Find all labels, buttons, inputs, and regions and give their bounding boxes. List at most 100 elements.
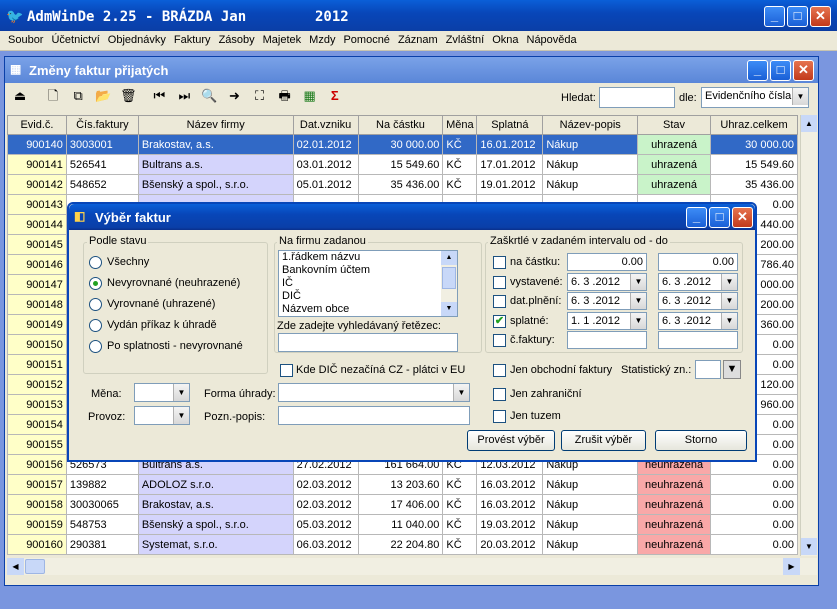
menu-3[interactable]: Faktury (170, 31, 215, 50)
scroll-right-icon[interactable]: ▶ (783, 558, 800, 575)
interval-checkbox-2[interactable] (493, 295, 506, 308)
chevron-down-icon[interactable]: ▼ (173, 384, 189, 401)
chevron-down-icon[interactable]: ▼ (453, 384, 469, 401)
status-radio-3[interactable] (89, 319, 102, 332)
column-header-4[interactable]: Na částku (357, 115, 444, 135)
search-by-select[interactable]: Evidenčního čísla ▼ (701, 87, 809, 108)
table-row[interactable]: 900159 548753 Bšenský a spol., s.r.o. 05.03… (7, 514, 798, 535)
interval-from-2[interactable]: 6. 3 .2012 ▼ (567, 292, 647, 310)
scroll-thumb[interactable] (442, 267, 456, 289)
select-area-icon[interactable]: ⛶ (249, 85, 271, 107)
menu-6[interactable]: Mzdy (305, 31, 339, 50)
search-icon[interactable]: 🔍 (198, 85, 220, 107)
status-radio-4[interactable] (89, 340, 102, 353)
table-row[interactable]: 900141 526541 Bultrans a.s. 03.01.2012 15 54… (7, 154, 798, 175)
company-option-3[interactable]: DIČ (279, 290, 457, 303)
scroll-thumb[interactable] (25, 559, 45, 574)
column-header-8[interactable]: Stav (637, 115, 711, 135)
scroll-up-icon[interactable]: ▲ (441, 251, 457, 265)
triangle-down-icon[interactable]: ▼ (723, 360, 741, 379)
dialog-minimize-button[interactable]: _ (686, 207, 707, 228)
child-maximize-button[interactable]: □ (770, 60, 791, 81)
chevron-down-icon[interactable]: ▼ (792, 88, 808, 105)
last-record-icon[interactable]: ⏭ (173, 85, 195, 107)
chevron-down-icon[interactable]: ▼ (721, 312, 737, 329)
column-header-6[interactable]: Splatná (476, 115, 544, 135)
interval-from-0[interactable]: 0.00 (567, 253, 647, 271)
menu-2[interactable]: Objednávky (104, 31, 170, 50)
sum-icon[interactable]: Σ (324, 85, 346, 107)
domestic-only-checkbox[interactable] (493, 410, 506, 423)
first-record-icon[interactable]: ⏮ (148, 85, 170, 107)
dialog-maximize-button[interactable]: □ (709, 207, 730, 228)
dic-checkbox[interactable] (280, 364, 293, 377)
statistical-input[interactable] (695, 360, 721, 379)
search-input[interactable] (599, 87, 675, 108)
company-search-input[interactable] (278, 333, 458, 352)
company-option-1[interactable]: Bankovním účtem (279, 264, 457, 277)
menu-1[interactable]: Účetnictví (47, 31, 103, 50)
menu-4[interactable]: Zásoby (215, 31, 259, 50)
interval-from-1[interactable]: 6. 3 .2012 ▼ (567, 272, 647, 291)
chevron-down-icon[interactable]: ▼ (630, 293, 646, 309)
table-row[interactable]: 900142 548652 Bšenský a spol., s.r.o. 05.01… (7, 174, 798, 195)
company-option-0[interactable]: 1.řádkem názvu (279, 251, 457, 264)
company-option-2[interactable]: IČ (279, 277, 457, 290)
payment-form-select[interactable]: ▼ (278, 383, 470, 402)
table-row[interactable]: 900157 139882 ADOLOZ s.r.o. 02.03.2012 13 20… (7, 474, 798, 495)
interval-from-4[interactable] (567, 331, 647, 349)
minimize-button[interactable]: _ (764, 6, 785, 27)
column-header-1[interactable]: Čís.faktury (65, 115, 139, 135)
interval-checkbox-0[interactable] (493, 256, 506, 269)
column-header-5[interactable]: Měna (442, 115, 478, 135)
table-row[interactable]: 900158 30030065 Brakostav, a.s. 02.03.2012 1… (7, 494, 798, 515)
interval-to-0[interactable]: 0.00 (658, 253, 738, 271)
status-radio-0[interactable] (89, 256, 102, 269)
column-header-0[interactable]: Evid.č. (7, 115, 67, 135)
arrow-right-icon[interactable]: ➜ (224, 85, 246, 107)
chevron-down-icon[interactable]: ▼ (630, 273, 646, 290)
column-header-2[interactable]: Název firmy (137, 115, 294, 135)
menu-5[interactable]: Majetek (259, 31, 306, 50)
vertical-scrollbar[interactable]: ▲ ▼ (800, 115, 817, 556)
maximize-button[interactable]: □ (787, 6, 808, 27)
exit-icon[interactable]: ⏏ (9, 85, 31, 107)
currency-select[interactable]: ▼ (134, 383, 190, 402)
commercial-only-checkbox[interactable] (493, 364, 506, 377)
interval-to-4[interactable] (658, 331, 738, 349)
interval-to-3[interactable]: 6. 3 .2012 ▼ (658, 311, 738, 330)
copy-icon[interactable]: ⧉ (67, 85, 89, 107)
menu-7[interactable]: Pomocné (339, 31, 393, 50)
print-icon[interactable]: 🖶 (274, 85, 296, 107)
chevron-down-icon[interactable]: ▼ (721, 293, 737, 309)
scroll-down-icon[interactable]: ▼ (801, 538, 817, 555)
child-close-button[interactable]: ✕ (793, 60, 814, 81)
company-option-4[interactable]: Názvem obce (279, 303, 457, 316)
scroll-down-icon[interactable]: ▼ (441, 302, 457, 316)
interval-to-2[interactable]: 6. 3 .2012 ▼ (658, 292, 738, 310)
menu-11[interactable]: Nápověda (523, 31, 581, 50)
column-header-9[interactable]: Uhraz.celkem (710, 115, 798, 135)
open-folder-icon[interactable]: 📂 (92, 85, 114, 107)
new-document-icon[interactable]: 🗋 (42, 85, 64, 107)
cancel-button[interactable]: Storno (655, 430, 747, 451)
menu-0[interactable]: Soubor (4, 31, 47, 50)
status-radio-2[interactable] (89, 298, 102, 311)
scroll-up-icon[interactable]: ▲ (801, 115, 817, 132)
menu-10[interactable]: Okna (488, 31, 522, 50)
menu-9[interactable]: Zvláštní (442, 31, 489, 50)
interval-from-3[interactable]: 1. 1 .2012 ▼ (567, 311, 647, 330)
menu-8[interactable]: Záznam (394, 31, 442, 50)
scroll-left-icon[interactable]: ◀ (7, 558, 24, 575)
child-minimize-button[interactable]: _ (747, 60, 768, 81)
interval-checkbox-1[interactable] (493, 275, 506, 289)
dialog-close-button[interactable]: ✕ (732, 207, 753, 228)
export-excel-icon[interactable]: ▦ (299, 85, 321, 107)
status-radio-1[interactable] (89, 277, 102, 290)
foreign-only-checkbox[interactable] (493, 388, 506, 401)
table-row[interactable]: 900140 3003001 Brakostav, a.s. 02.01.2012 30… (7, 134, 798, 155)
clear-filter-button[interactable]: Zrušit výběr (561, 430, 646, 451)
interval-checkbox-4[interactable] (493, 334, 506, 347)
column-header-7[interactable]: Název-popis (542, 115, 639, 135)
note-input[interactable] (278, 406, 470, 425)
